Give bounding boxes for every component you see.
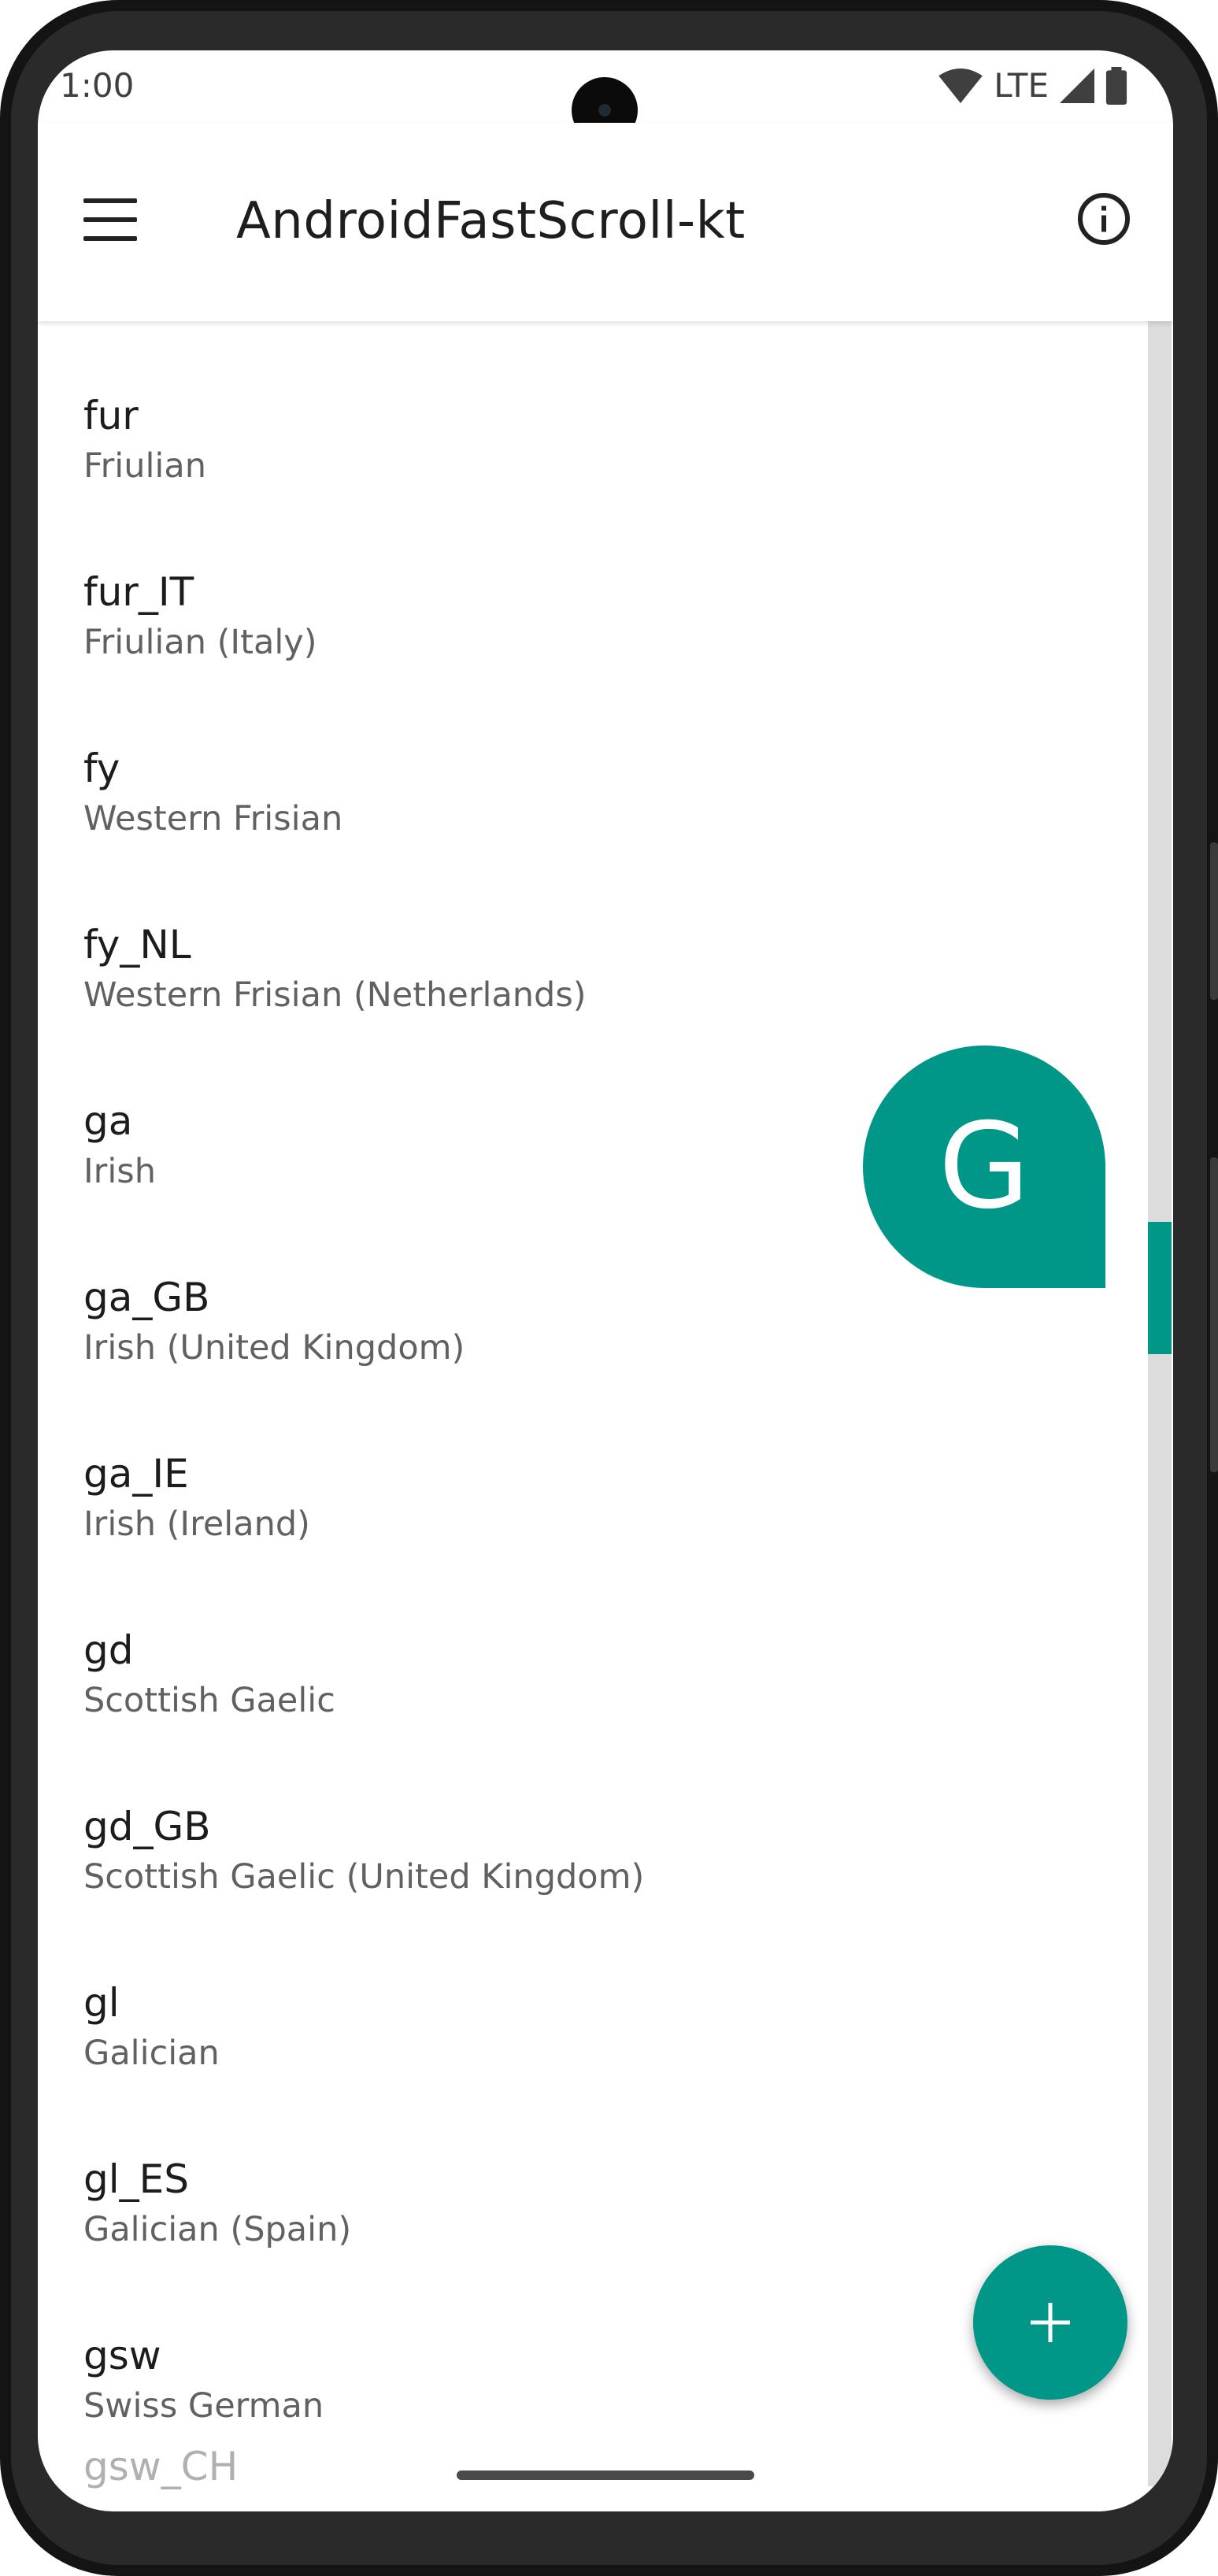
- gesture-nav-handle[interactable]: [457, 2471, 754, 2480]
- locale-code: fur: [83, 393, 139, 439]
- plus-icon: [1031, 2303, 1070, 2342]
- volume-button: [1210, 842, 1218, 1000]
- locale-code: ga_IE: [83, 1451, 189, 1497]
- locale-name: Galician (Spain): [83, 2210, 352, 2249]
- fast-scroll-popup: G: [863, 1046, 1105, 1288]
- menu-icon[interactable]: [83, 198, 137, 241]
- locale-name: Scottish Gaelic (United Kingdom): [83, 1857, 645, 1897]
- list-item[interactable]: ga_IE Irish (Ireland): [38, 1379, 1173, 1556]
- screen: 1:00 LTE AndroidFastScroll-kt fur Friuli…: [38, 50, 1173, 2511]
- cell-signal-icon: [1060, 68, 1094, 103]
- app-bar: AndroidFastScroll-kt: [38, 123, 1173, 321]
- locale-name: Western Frisian (Netherlands): [83, 975, 587, 1015]
- fast-scroll-thumb[interactable]: [1148, 1222, 1172, 1354]
- locale-name: Scottish Gaelic: [83, 1681, 335, 1720]
- locale-code: gd: [83, 1627, 134, 1673]
- locale-name: Friulian (Italy): [83, 623, 317, 662]
- locale-code: fy: [83, 746, 120, 791]
- locale-list[interactable]: fur Friulian fur_IT Friulian (Italy) fy …: [38, 321, 1173, 2437]
- list-item[interactable]: fur Friulian: [38, 321, 1173, 498]
- partial-list-item-code[interactable]: gsw_CH: [83, 2444, 238, 2489]
- list-item[interactable]: gl Galician: [38, 1908, 1173, 2085]
- locale-code: fy_NL: [83, 922, 191, 968]
- status-bar: 1:00 LTE: [38, 50, 1173, 143]
- battery-icon: [1105, 66, 1127, 105]
- network-type: LTE: [994, 66, 1049, 105]
- list-item[interactable]: fy_NL Western Frisian (Netherlands): [38, 850, 1173, 1027]
- locale-name: Swiss German: [83, 2386, 324, 2426]
- power-button: [1210, 1157, 1218, 1472]
- locale-name: Galician: [83, 2034, 220, 2073]
- locale-code: gl: [83, 1980, 120, 2026]
- page-title: AndroidFastScroll-kt: [236, 192, 746, 250]
- popup-letter: G: [938, 1098, 1031, 1235]
- locale-name: Western Frisian: [83, 799, 343, 838]
- info-icon[interactable]: [1075, 191, 1132, 247]
- locale-name: Irish (United Kingdom): [83, 1328, 465, 1368]
- list-item[interactable]: gd Scottish Gaelic: [38, 1556, 1173, 1732]
- status-time: 1:00: [60, 66, 135, 105]
- status-icons: LTE: [938, 66, 1127, 105]
- list-item[interactable]: fur_IT Friulian (Italy): [38, 498, 1173, 674]
- add-fab-button[interactable]: [973, 2245, 1127, 2400]
- wifi-icon: [938, 68, 983, 103]
- locale-code: gd_GB: [83, 1804, 211, 1849]
- locale-code: fur_IT: [83, 569, 194, 615]
- list-item[interactable]: fy Western Frisian: [38, 674, 1173, 850]
- list-item[interactable]: gd_GB Scottish Gaelic (United Kingdom): [38, 1732, 1173, 1908]
- fast-scroll-track[interactable]: [1148, 321, 1172, 2486]
- locale-name: Friulian: [83, 446, 206, 486]
- locale-name: Irish (Ireland): [83, 1505, 310, 1544]
- locale-code: gl_ES: [83, 2156, 189, 2202]
- list-item[interactable]: gl_ES Galician (Spain): [38, 2085, 1173, 2261]
